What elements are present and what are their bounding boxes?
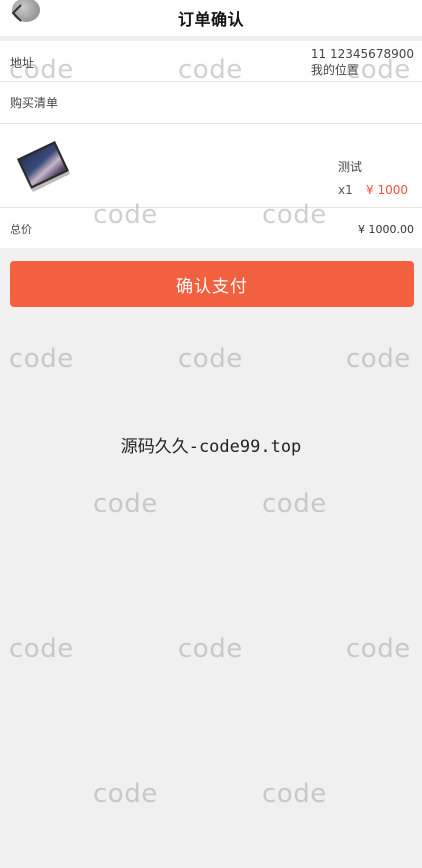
watermark: code [262, 489, 327, 519]
confirm-payment-button[interactable]: 确认支付 [10, 261, 414, 307]
purchase-list-title: 购买清单 [10, 96, 59, 110]
product-thumbnail-image [17, 141, 70, 192]
address-row[interactable]: 地址 11 12345678900 我的位置 [0, 41, 422, 82]
watermark: code [93, 779, 158, 809]
watermark: code [346, 344, 411, 374]
total-label: 总价 [10, 223, 32, 236]
total-row: 总价 ¥ 1000.00 [0, 208, 422, 248]
header-bar: 订单确认 [0, 0, 422, 36]
order-confirm-page: 订单确认 地址 11 12345678900 我的位置 购买清单 测试 x1 ¥… [0, 0, 422, 868]
product-quantity: x1 [338, 183, 353, 197]
address-label: 地址 [10, 56, 35, 70]
address-contact: 11 12345678900 [310, 47, 414, 61]
watermark: code [346, 634, 411, 664]
chevron-left-icon [11, 4, 22, 22]
watermark: code [178, 634, 243, 664]
product-price: ¥ 1000 [366, 183, 408, 197]
watermark: code [93, 489, 158, 519]
watermark: code [178, 344, 243, 374]
purchase-list-header: 购买清单 [0, 82, 422, 124]
total-value: ¥ 1000.00 [358, 223, 414, 236]
page-title: 订单确认 [177, 10, 244, 29]
list-item[interactable]: 测试 x1 ¥ 1000 [0, 124, 422, 208]
watermark: code [9, 344, 74, 374]
watermark: code [9, 634, 74, 664]
watermark: code [262, 779, 327, 809]
address-location: 我的位置 [310, 63, 359, 77]
site-watermark-text: 源码久久-code99.top [120, 437, 302, 457]
address-details: 11 12345678900 我的位置 [311, 46, 414, 78]
product-name: 测试 [338, 160, 363, 174]
back-button[interactable] [6, 0, 40, 32]
